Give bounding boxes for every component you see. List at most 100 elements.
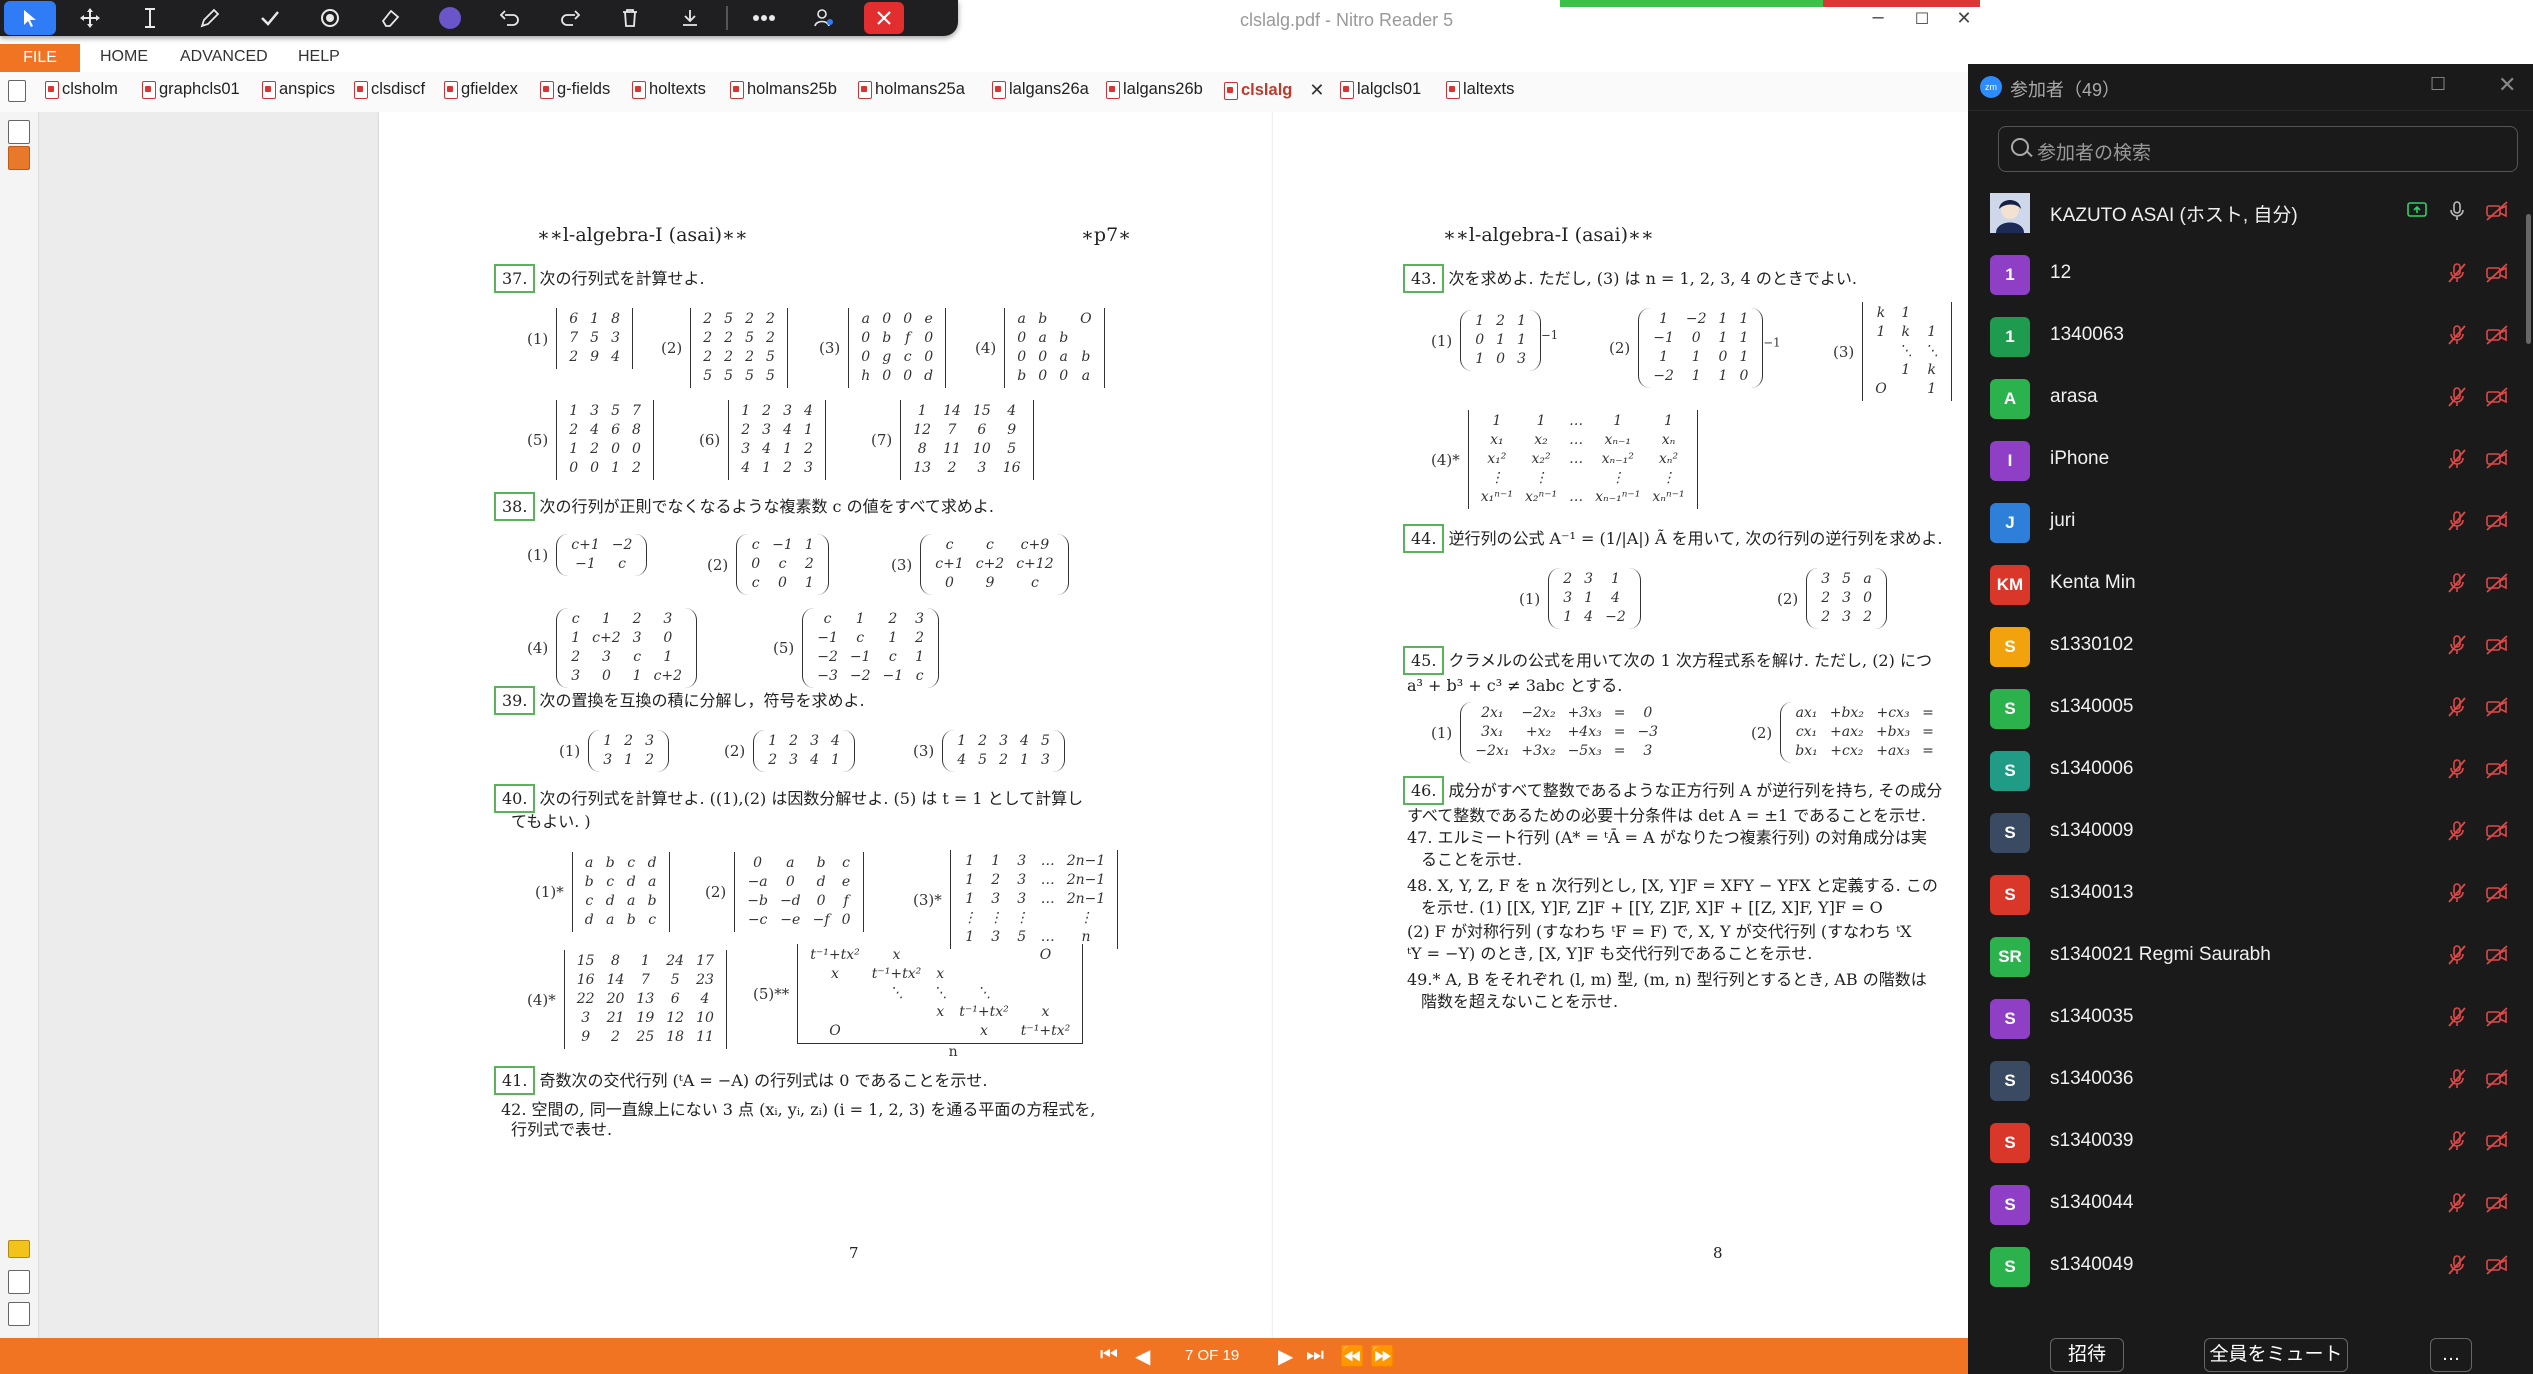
video-off-icon[interactable] <box>2485 882 2508 904</box>
participant-row[interactable]: Ss1340044 <box>1968 1172 2533 1234</box>
participant-row[interactable]: Ss1340006 <box>1968 738 2533 800</box>
mic-muted-icon[interactable] <box>2446 1130 2468 1152</box>
menu-advanced[interactable]: ADVANCED <box>180 48 268 66</box>
mute-all-button[interactable]: 全員をミュート <box>2204 1338 2348 1372</box>
video-off-icon[interactable] <box>2485 448 2508 470</box>
participant-row[interactable]: 1 1340063 <box>1968 304 2533 366</box>
tab-clsholm[interactable]: clsholm <box>45 80 118 99</box>
participant-row[interactable]: Jjuri <box>1968 490 2533 552</box>
video-off-icon[interactable] <box>2485 634 2508 656</box>
more-options-button[interactable]: … <box>2430 1338 2472 1372</box>
minimize-button[interactable]: – <box>1858 6 1898 29</box>
tab-holmans25b[interactable]: holmans25b <box>730 80 837 99</box>
tab-holmans25a[interactable]: holmans25a <box>858 80 965 99</box>
video-off-icon[interactable] <box>2485 262 2508 284</box>
eraser-icon[interactable] <box>360 0 420 36</box>
mic-muted-icon[interactable] <box>2446 448 2468 470</box>
mic-muted-icon[interactable] <box>2446 386 2468 408</box>
next-page-icon[interactable]: ▶ <box>1278 1344 1293 1369</box>
video-off-icon[interactable] <box>2485 696 2508 718</box>
mic-muted-icon[interactable] <box>2446 324 2468 346</box>
video-off-icon[interactable] <box>2485 1254 2508 1276</box>
video-off-icon[interactable] <box>2485 1192 2508 1214</box>
first-page-icon[interactable]: ⏮ <box>1100 1344 1118 1367</box>
popout-icon[interactable]: ☐ <box>2430 74 2446 95</box>
maximize-button[interactable]: ☐ <box>1902 9 1942 29</box>
participant-row[interactable]: KAZUTO ASAI (ホスト, 自分) <box>1968 180 2533 242</box>
participant-row[interactable]: KM Kenta Min <box>1968 552 2533 614</box>
text-cursor-icon[interactable] <box>120 0 180 36</box>
menu-help[interactable]: HELP <box>298 48 340 66</box>
close-tab-icon[interactable]: ✕ <box>1309 80 1324 101</box>
participant-row[interactable]: Ss1340005 <box>1968 676 2533 738</box>
download-icon[interactable] <box>660 0 720 36</box>
tab-anspics[interactable]: anspics <box>262 80 335 99</box>
participant-row[interactable]: Ss1340049 <box>1968 1234 2533 1296</box>
comments-icon[interactable] <box>8 1240 30 1258</box>
pen-tool-icon[interactable] <box>180 0 240 36</box>
tab-lalgcls01[interactable]: lalgcls01 <box>1340 80 1421 99</box>
trash-icon[interactable] <box>600 0 660 36</box>
layers-icon[interactable] <box>8 1270 30 1294</box>
color-picker-icon[interactable] <box>420 0 480 36</box>
invite-button[interactable]: 招待 <box>2050 1338 2124 1372</box>
tab-holtexts[interactable]: holtexts <box>632 80 706 99</box>
tab-lalgans26b[interactable]: lalgans26b <box>1106 80 1203 99</box>
mic-muted-icon[interactable] <box>2446 1254 2468 1276</box>
video-off-icon[interactable] <box>2485 572 2508 594</box>
participant-row[interactable]: SR s1340021 Regmi Saurabh <box>1968 924 2533 986</box>
scrollbar[interactable] <box>2526 214 2531 344</box>
video-off-icon[interactable] <box>2485 1068 2508 1090</box>
mic-muted-icon[interactable] <box>2446 1192 2468 1214</box>
mic-muted-icon[interactable] <box>2446 1068 2468 1090</box>
select-tool-icon[interactable] <box>4 1 56 35</box>
close-annotation-icon[interactable] <box>864 2 904 34</box>
video-off-icon[interactable] <box>2485 200 2508 222</box>
participant-search[interactable]: 参加者の検索 <box>1998 126 2518 172</box>
mic-muted-icon[interactable] <box>2446 758 2468 780</box>
video-off-icon[interactable] <box>2485 1130 2508 1152</box>
check-stamp-icon[interactable] <box>240 0 300 36</box>
prev-page-icon[interactable]: ◀ <box>1135 1344 1150 1369</box>
tab-gfieldex[interactable]: gfieldex <box>444 80 518 99</box>
participant-row[interactable]: Ss1340035 <box>1968 986 2533 1048</box>
page-indicator[interactable]: 7 OF 19 <box>1185 1347 1239 1364</box>
document-viewer[interactable]: ∗∗l-algebra-I (asai)∗∗ ∗p7∗ 37. 次の行列式を計算せ… <box>39 112 1968 1338</box>
tab-g-fields[interactable]: g-fields <box>540 80 610 99</box>
next-view-icon[interactable]: ⏩ <box>1370 1344 1395 1369</box>
move-tool-icon[interactable] <box>60 0 120 36</box>
video-off-icon[interactable] <box>2485 324 2508 346</box>
mic-muted-icon[interactable] <box>2446 882 2468 904</box>
video-off-icon[interactable] <box>2485 510 2508 532</box>
participants-icon[interactable] <box>794 0 854 36</box>
spotlight-icon[interactable] <box>300 0 360 36</box>
video-off-icon[interactable] <box>2485 1006 2508 1028</box>
mic-muted-icon[interactable] <box>2446 572 2468 594</box>
tab-lalgans26a[interactable]: lalgans26a <box>992 80 1089 99</box>
video-off-icon[interactable] <box>2485 944 2508 966</box>
tab-laltexts[interactable]: laltexts <box>1446 80 1514 99</box>
tab-graphcls01[interactable]: graphcls01 <box>142 80 240 99</box>
mic-muted-icon[interactable] <box>2446 820 2468 842</box>
close-button[interactable]: ✕ <box>1944 8 1984 29</box>
mic-muted-icon[interactable] <box>2446 262 2468 284</box>
participant-row[interactable]: 1 12 <box>1968 242 2533 304</box>
pages-panel-icon[interactable] <box>8 1302 30 1326</box>
microphone-icon[interactable] <box>2446 200 2468 222</box>
more-icon[interactable] <box>734 0 794 36</box>
page-thumbnail-icon[interactable] <box>8 80 26 102</box>
mic-muted-icon[interactable] <box>2446 634 2468 656</box>
mic-muted-icon[interactable] <box>2446 1006 2468 1028</box>
undo-icon[interactable] <box>480 0 540 36</box>
redo-icon[interactable] <box>540 0 600 36</box>
mic-muted-icon[interactable] <box>2446 696 2468 718</box>
previous-view-icon[interactable]: ⏪ <box>1340 1344 1365 1369</box>
participant-row[interactable]: Ss1340039 <box>1968 1110 2533 1172</box>
video-off-icon[interactable] <box>2485 820 2508 842</box>
tab-clslalg[interactable]: clslalg ✕ <box>1224 80 1324 101</box>
participant-row[interactable]: Ss1330102 <box>1968 614 2533 676</box>
attachments-icon[interactable] <box>8 146 30 170</box>
mic-muted-icon[interactable] <box>2446 510 2468 532</box>
participant-row[interactable]: Ss1340009 <box>1968 800 2533 862</box>
menu-home[interactable]: HOME <box>100 48 148 66</box>
